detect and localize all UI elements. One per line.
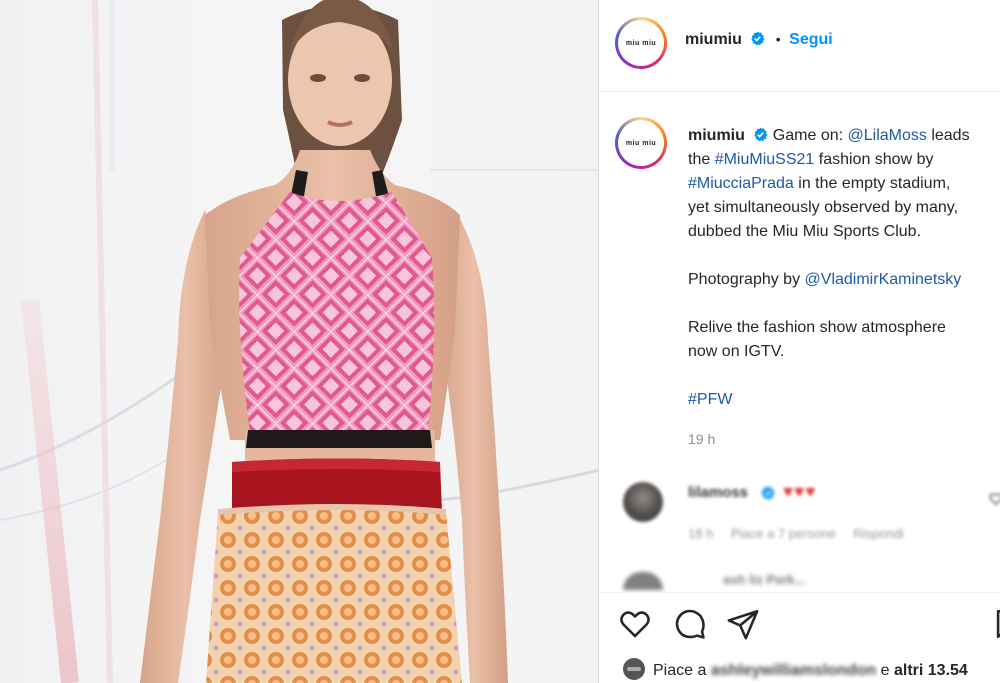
caption-line-6: Photography by @VladimirKaminetsky [688, 268, 1000, 292]
hashtag-link-pfw[interactable]: #PFW [688, 388, 1000, 412]
caption-text: Photography by [688, 271, 805, 288]
caption-timestamp[interactable]: 19 h [688, 431, 715, 447]
likes-others-count[interactable]: altri 13.54 [894, 662, 968, 679]
peek-text: ash liz Park... [723, 572, 806, 587]
caption-line-3: #MiucciaPrada in the empty stadium, [688, 172, 1000, 196]
header-username[interactable]: miumiu [685, 31, 742, 48]
hashtag-link-miumiuss21[interactable]: #MiuMiuSS21 [715, 151, 815, 168]
mention-link-lilamoss[interactable]: @LilaMoss [848, 127, 927, 144]
caption-line-1: miumiu Game on: @LilaMoss leads [688, 124, 1000, 148]
bookmark-icon[interactable] [991, 607, 1000, 641]
hashtag-link-miucciaprada[interactable]: #MiucciaPrada [688, 175, 794, 192]
caption-line-4: yet simultaneously observed by many, [688, 199, 959, 216]
verified-badge-icon [751, 31, 765, 46]
liker-username[interactable]: ashleywilliamslondon [711, 662, 876, 679]
heart-icon[interactable] [618, 607, 652, 641]
comment-avatar[interactable] [623, 482, 663, 522]
comment-meta: 18 h Piace a 7 persone Rispondi [688, 526, 918, 541]
caption-line-5: dubbed the Miu Miu Sports Club. [688, 223, 922, 240]
comment-item: lilamoss ♥♥♥ 18 h Piace a 7 persone Risp… [623, 478, 1000, 548]
peek-avatar [623, 572, 663, 590]
caption-avatar-logo-text: miu miu [625, 139, 657, 147]
post-caption: miumiu Game on: @LilaMoss leads the #Miu… [688, 124, 1000, 412]
post-photo[interactable] [0, 0, 598, 683]
comment-username[interactable]: lilamoss [688, 484, 748, 501]
caption-line-7: Relive the fashion show atmosphere [688, 319, 946, 336]
likes-connector: e [876, 662, 894, 679]
likes-summary: Piace a ashleywilliamslondon e altri 13.… [623, 658, 968, 680]
likes-prefix: Piace a [653, 662, 711, 679]
caption-text: in the empty stadium, [793, 175, 951, 192]
caption-gap [688, 364, 1000, 388]
header-separator: • [775, 31, 781, 47]
caption-text: fashion show by [814, 151, 934, 168]
comment-likes[interactable]: Piace a 7 persone [731, 526, 836, 541]
next-comment-peek: ash liz Park... [623, 572, 983, 590]
caption-text: leads [926, 127, 970, 144]
paper-plane-icon[interactable] [726, 607, 760, 641]
comment-reply-button[interactable]: Rispondi [853, 526, 904, 541]
caption-avatar[interactable]: miu miu [615, 117, 667, 169]
caption-verified-badge-icon [754, 127, 768, 142]
account-avatar[interactable]: miu miu [615, 17, 667, 69]
caption-line-2: the #MiuMiuSS21 fashion show by [688, 148, 1000, 172]
follow-button[interactable]: Segui [789, 31, 833, 48]
post-side-panel: miu miu miumiu • Segui miu miu miumiu Ga… [598, 0, 1000, 683]
caption-gap [688, 244, 1000, 268]
post-header: miu miu miumiu • Segui [599, 0, 1000, 92]
comment-time[interactable]: 18 h [688, 526, 713, 541]
header-account-line: miumiu • Segui [685, 31, 833, 49]
liker-avatar[interactable] [623, 658, 645, 680]
mention-link-vladimirkaminetsky[interactable]: @VladimirKaminetsky [805, 271, 962, 288]
caption-text: the [688, 151, 715, 168]
post-actions-bar: Piace a ashleywilliamslondon e altri 13.… [599, 592, 1000, 683]
caption-gap [688, 292, 1000, 316]
caption-username[interactable]: miumiu [688, 127, 745, 144]
fashion-runway-illustration [0, 0, 598, 683]
caption-text: Game on: [772, 127, 848, 144]
caption-line-8: now on IGTV. [688, 343, 785, 360]
comment-emojis: ♥♥♥ [783, 482, 817, 501]
comment-icon[interactable] [673, 607, 707, 641]
avatar-logo-text: miu miu [625, 39, 657, 47]
comment-heart-icon[interactable] [989, 492, 1000, 506]
comment-verified-badge-icon [761, 486, 775, 500]
